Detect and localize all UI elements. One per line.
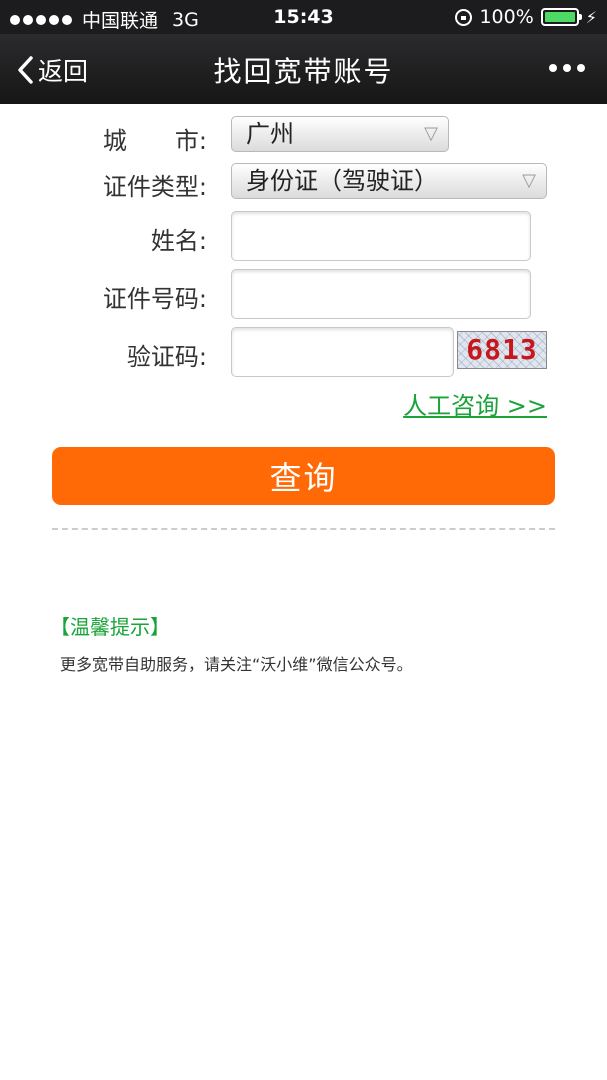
rotation-lock-icon [455,8,473,26]
dropdown-arrow-icon: ▽ [424,123,438,144]
dashed-divider [52,528,555,530]
captcha-input[interactable] [231,327,454,377]
id-number-input[interactable] [231,269,531,319]
tips-text: 更多宽带自助服务，请关注“沃小维”微信公众号。 [60,655,413,674]
id-number-label: 证件号码: [102,285,207,313]
city-select[interactable]: 广州 ▽ [231,116,449,152]
manual-consult-link[interactable]: 人工咨询 >> [403,386,547,421]
id-type-label: 证件类型: [102,173,207,201]
name-input[interactable] [231,211,531,261]
id-type-select-value: 身份证（驾驶证） [246,167,438,195]
city-select-value: 广州 [246,120,294,148]
tips-title: 【温馨提示】 [50,615,170,639]
captcha-label: 验证码: [126,343,207,371]
dropdown-arrow-icon: ▽ [522,170,536,191]
status-bar: 中国联通 3G 15:43 100% ⚡ [0,0,607,34]
city-label: 城 市: [102,127,207,155]
status-right: 100% ⚡ [455,6,597,28]
name-label: 姓名: [150,227,207,255]
page-title: 找回宽带账号 [213,55,394,88]
nav-bar: 返回 找回宽带账号 [0,34,607,104]
more-menu-button[interactable] [549,64,585,72]
id-type-select[interactable]: 身份证（驾驶证） ▽ [231,163,547,199]
more-icon [549,64,557,72]
charging-icon: ⚡ [585,7,597,27]
battery-percent: 100% [479,6,534,28]
captcha-image[interactable]: 6813 [457,331,547,369]
battery-icon [540,8,582,26]
query-button[interactable]: 查询 [52,447,555,505]
